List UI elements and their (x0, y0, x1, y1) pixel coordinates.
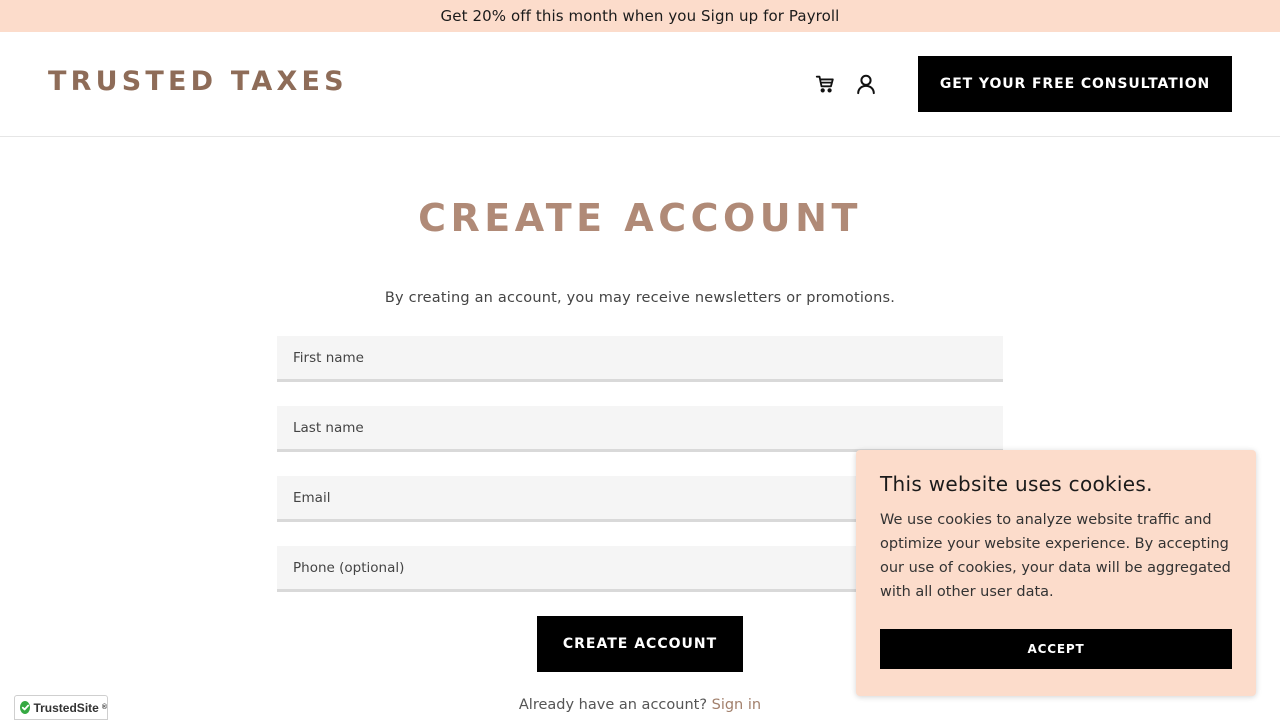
cookie-consent-panel: This website uses cookies. We use cookie… (856, 450, 1256, 696)
checkmark-icon (20, 701, 31, 714)
badge-label: TrustedSite (33, 700, 99, 715)
badge-registered-mark: ® (101, 704, 107, 711)
first-name-input[interactable] (277, 336, 1003, 382)
free-consultation-button[interactable]: GET YOUR FREE CONSULTATION (918, 56, 1232, 112)
signin-prompt: Already have an account? (518, 697, 708, 713)
signin-row: Already have an account? Sign in (0, 697, 1280, 713)
trustedsite-badge[interactable]: TrustedSite ® (14, 695, 108, 720)
promo-text: Get 20% off this month when you Sign up … (440, 7, 840, 25)
site-logo[interactable]: TRUSTED TAXES (48, 66, 348, 97)
signin-link[interactable]: Sign in (712, 697, 761, 713)
page-title: CREATE ACCOUNT (418, 196, 862, 240)
site-header: TRUSTED TAXES GET YOUR FREE CONSULTATION (0, 32, 1280, 137)
promo-banner: Get 20% off this month when you Sign up … (0, 0, 1280, 32)
create-account-button[interactable]: CREATE ACCOUNT (537, 616, 743, 672)
last-name-input[interactable] (277, 406, 1003, 452)
cart-icon[interactable] (813, 72, 837, 96)
cookie-body: We use cookies to analyze website traffi… (880, 512, 1231, 600)
page-subtitle: By creating an account, you may receive … (384, 290, 896, 306)
user-icon[interactable] (854, 72, 878, 96)
accept-cookies-button[interactable]: ACCEPT (880, 629, 1232, 669)
cookie-title: This website uses cookies. (880, 472, 1153, 496)
